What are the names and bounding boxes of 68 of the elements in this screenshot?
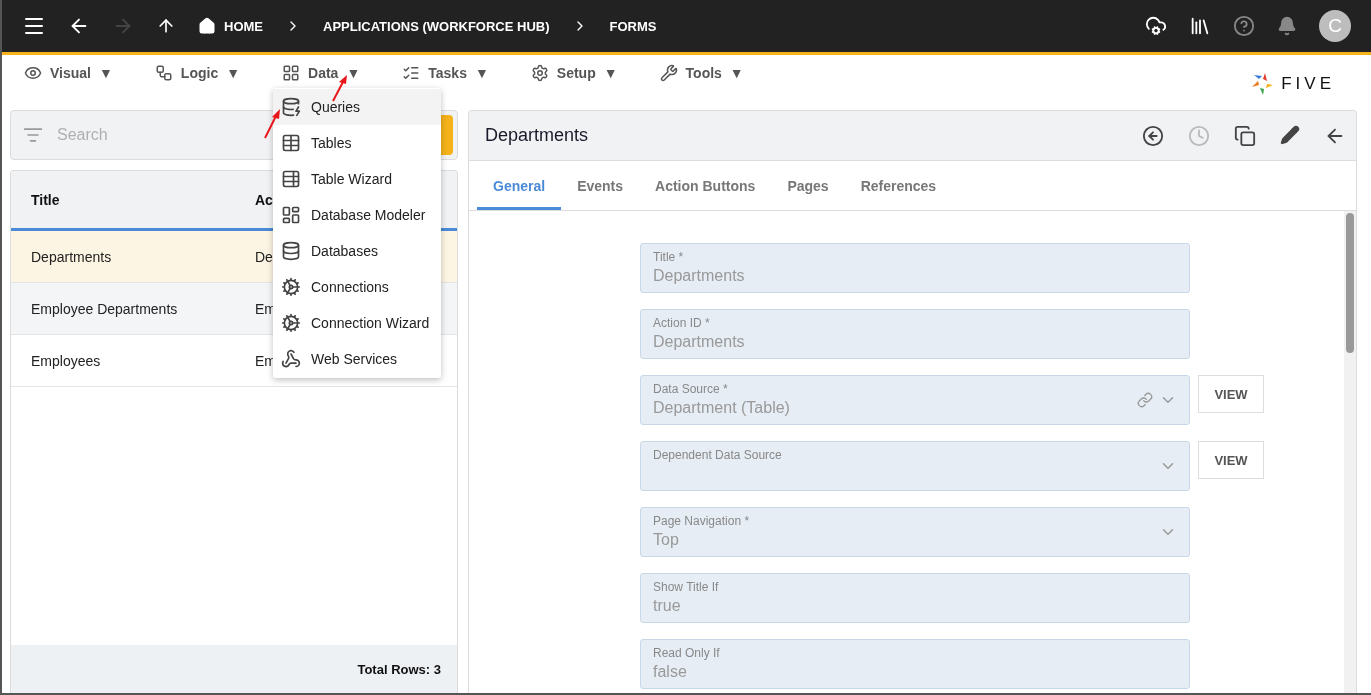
panel-title: Departments <box>485 125 589 146</box>
field-value: false <box>653 663 688 681</box>
table-cell: Employees <box>31 352 101 369</box>
column-header[interactable]: Title <box>31 191 60 208</box>
wrench-icon <box>659 63 678 82</box>
annotation-arrow <box>262 108 282 140</box>
breadcrumb-link[interactable]: FORMS <box>609 18 657 34</box>
field-label: Page Navigation * <box>653 514 751 528</box>
field-label: Title * <box>653 250 685 264</box>
dropdown-item[interactable]: Web Services <box>273 341 441 377</box>
total-rows: Total Rows: 3 <box>357 661 441 677</box>
dropdown-item[interactable]: Tables <box>273 125 441 161</box>
table-cell: De <box>255 248 273 265</box>
field-label: Data Source * <box>653 382 729 396</box>
books-icon[interactable] <box>1189 15 1211 37</box>
dropdown-item[interactable]: Connection Wizard <box>273 305 441 341</box>
field-value: Top <box>653 531 680 549</box>
tab[interactable]: Action Buttons <box>639 161 772 210</box>
column-header[interactable]: Ac <box>255 191 273 208</box>
field-label: Read Only If <box>653 646 721 660</box>
tab[interactable]: References <box>844 161 953 210</box>
workflow-icon <box>154 63 173 82</box>
layout-icon <box>281 205 301 225</box>
table-icon <box>281 133 301 153</box>
scrollbar-thumb[interactable] <box>1346 213 1354 353</box>
tab[interactable]: Pages <box>771 161 845 210</box>
menu-item[interactable]: Tools ▼ <box>649 63 754 82</box>
menu-item[interactable]: Visual ▼ <box>14 63 123 82</box>
database-icon <box>281 241 301 261</box>
menu-item[interactable]: Logic ▼ <box>144 63 251 82</box>
menu-item[interactable]: Data ▼ <box>272 63 371 82</box>
field-label: Dependent Data Source <box>653 448 783 462</box>
cog-icon <box>281 277 301 297</box>
table-cell: Departments <box>31 248 112 265</box>
bell-icon[interactable] <box>1277 16 1297 36</box>
filter-icon <box>23 125 43 145</box>
tab[interactable]: Events <box>561 161 640 210</box>
breadcrumb-link[interactable]: HOME <box>224 18 263 34</box>
field-value: Departments <box>653 267 746 285</box>
field-label: Show Title If <box>653 580 720 594</box>
table-cell: Employee Departments <box>31 300 178 317</box>
menu-item[interactable]: Tasks ▼ <box>392 63 499 82</box>
menu-item[interactable]: Setup ▼ <box>520 63 628 82</box>
copy-icon[interactable] <box>1234 124 1256 147</box>
gear-icon <box>530 63 549 82</box>
dropdown-item[interactable]: Queries <box>273 89 441 125</box>
dropdown-item[interactable]: Table Wizard <box>273 161 441 197</box>
view-button[interactable]: VIEW <box>1198 375 1264 413</box>
dropdown-item[interactable]: Connections <box>273 269 441 305</box>
tab[interactable]: General <box>477 161 562 210</box>
dropdown-item[interactable]: Databases <box>273 233 441 269</box>
field-value: true <box>653 597 682 615</box>
dropdown-item[interactable]: Database Modeler <box>273 197 441 233</box>
pencil-icon[interactable] <box>1280 124 1300 147</box>
home-icon <box>198 17 216 35</box>
field-value: Departments <box>653 333 746 351</box>
field-label: Action ID * <box>653 316 711 330</box>
breadcrumb-link[interactable]: APPLICATIONS (WORKFORCE HUB) <box>323 18 550 34</box>
field-value: Department (Table) <box>653 399 791 417</box>
circle-back-icon[interactable] <box>1142 124 1164 147</box>
database-icon <box>281 97 301 117</box>
grid-icon <box>282 63 301 82</box>
logo-wordmark: FIVE <box>1281 73 1335 94</box>
cog-icon <box>281 313 301 333</box>
table-icon <box>281 169 301 189</box>
webhook-icon <box>281 349 301 369</box>
view-button[interactable]: VIEW <box>1198 441 1264 479</box>
help-icon[interactable] <box>1233 15 1255 37</box>
